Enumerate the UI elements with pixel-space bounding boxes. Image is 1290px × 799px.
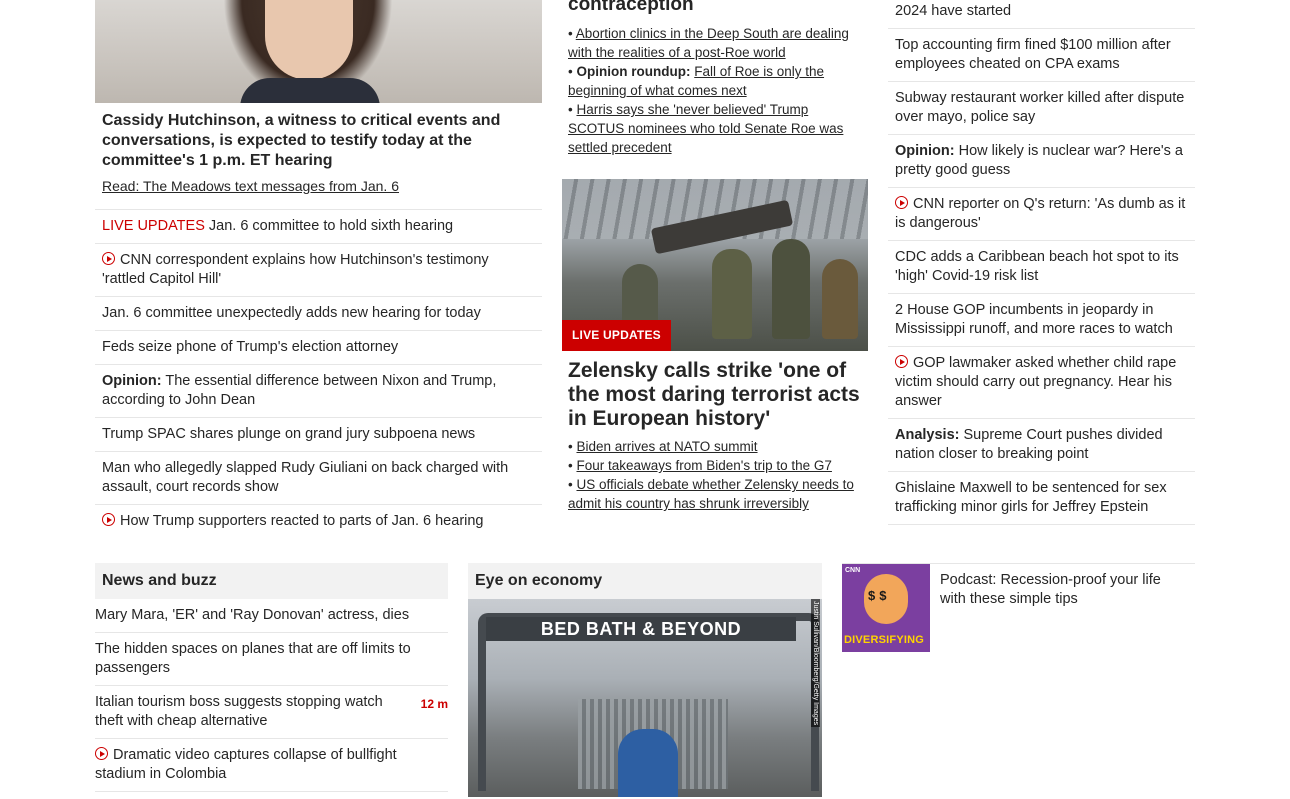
ukraine-strike-photo[interactable]: LIVE UPDATES [562, 179, 868, 351]
list-item-text[interactable]: Mary Mara, 'ER' and 'Ray Donovan' actres… [95, 607, 409, 623]
list-item-text[interactable]: Dramatic video captures collapse of bull… [95, 747, 397, 782]
list-item-text[interactable]: CDC adds a Caribbean beach hot spot to i… [895, 249, 1179, 284]
hutchinson-photo[interactable] [95, 0, 542, 103]
play-video-icon [895, 355, 908, 368]
top-story-column: Cassidy Hutchinson, a witness to critica… [95, 0, 542, 538]
list-item-text[interactable]: GOP lawmaker asked whether child rape vi… [895, 355, 1176, 409]
list-item[interactable]: How Trump supporters reacted to parts of… [95, 504, 542, 538]
bullet-item: • Opinion roundup: Fall of Roe is only t… [568, 64, 825, 98]
list-item-text[interactable]: How Trump supporters reacted to parts of… [120, 513, 484, 529]
play-video-icon [895, 196, 908, 209]
top-story-headline[interactable]: Cassidy Hutchinson, a witness to critica… [95, 103, 542, 171]
opinion-label: Opinion: [895, 143, 955, 159]
zelensky-headline[interactable]: Zelensky calls strike 'one of the most d… [562, 351, 868, 437]
bed-bath-beyond-photo[interactable]: BED BATH & BEYOND Justin Sullivan/Bloomb… [468, 599, 822, 797]
play-video-icon [95, 747, 108, 760]
store-sign: BED BATH & BEYOND [486, 617, 796, 641]
list-item[interactable]: 2 House GOP incumbents in jeopardy in Mi… [888, 293, 1195, 346]
list-item[interactable]: Top accounting firm fined $100 million a… [888, 28, 1195, 81]
bullet-link[interactable]: Harris says she 'never believed' Trump S… [568, 102, 843, 155]
opinion-roundup-label[interactable]: Opinion roundup: [576, 64, 690, 79]
list-item[interactable]: Mary Mara, 'ER' and 'Ray Donovan' actres… [95, 599, 448, 633]
bullet-link[interactable]: Abortion clinics in the Deep South are d… [568, 26, 849, 60]
live-updates-badge: LIVE UPDATES [562, 320, 671, 351]
list-item-text[interactable]: Italian tourism boss suggests stopping w… [95, 694, 383, 729]
bullet-item: • US officials debate whether Zelensky n… [568, 477, 854, 511]
list-item[interactable]: GOP lawmaker asked whether child rape vi… [888, 346, 1195, 418]
list-item-text[interactable]: CNN correspondent explains how Hutchinso… [102, 252, 489, 287]
section-title[interactable]: News and buzz [95, 563, 448, 599]
list-item[interactable]: Jan. 6 committee unexpectedly adds new h… [95, 296, 542, 330]
list-item-text[interactable]: 2024 have started [895, 3, 1011, 19]
list-item[interactable]: Trump SPAC shares plunge on grand jury s… [95, 417, 542, 451]
list-item[interactable]: Opinion: How likely is nuclear war? Here… [888, 134, 1195, 187]
cnn-logo: CNN [845, 567, 861, 574]
bullet-item: • Biden arrives at NATO summit [568, 439, 758, 454]
list-item-text[interactable]: Trump SPAC shares plunge on grand jury s… [102, 426, 475, 442]
dollar-eyes-icon: $$ [868, 588, 891, 603]
list-item[interactable]: Man who allegedly slapped Rudy Giuliani … [95, 451, 542, 504]
list-item-text[interactable]: The hidden spaces on planes that are off… [95, 641, 411, 676]
list-item-text[interactable]: 2 House GOP incumbents in jeopardy in Mi… [895, 302, 1173, 337]
list-item-text[interactable]: CNN reporter on Q's return: 'As dumb as … [895, 196, 1185, 231]
list-item-text[interactable]: Top accounting firm fined $100 million a… [895, 37, 1171, 72]
list-item[interactable]: Opinion: The essential difference betwee… [95, 364, 542, 417]
podcast-show-name: DIVERSIFYING [844, 634, 925, 646]
live-updates-label: LIVE UPDATES [102, 218, 205, 234]
play-video-icon [102, 513, 115, 526]
list-item[interactable]: Italian tourism boss suggests stopping w… [95, 686, 448, 739]
list-item-text[interactable]: Jan. 6 committee unexpectedly adds new h… [102, 305, 481, 321]
bullet-item: • Four takeaways from Biden's trip to th… [568, 458, 832, 473]
list-item[interactable]: CNN correspondent explains how Hutchinso… [95, 243, 542, 296]
list-item-text[interactable]: Subway restaurant worker killed after di… [895, 90, 1184, 125]
list-item-text[interactable]: Feds seize phone of Trump's election att… [102, 339, 398, 355]
bullet-item: • Abortion clinics in the Deep South are… [568, 26, 849, 60]
podcast-card[interactable]: CNN $$ DIVERSIFYING Podcast: Recession-p… [842, 563, 1195, 652]
podcast-link[interactable]: Podcast: Recession-proof your life with … [930, 564, 1195, 652]
timestamp: 12 m [420, 697, 448, 711]
meadows-texts-link[interactable]: Read: The Meadows text messages from Jan… [95, 171, 542, 209]
list-item[interactable]: Feds seize phone of Trump's election att… [95, 330, 542, 364]
list-item[interactable]: LIVE UPDATES Jan. 6 committee to hold si… [95, 209, 542, 243]
list-item[interactable]: The hidden spaces on planes that are off… [95, 633, 448, 686]
eye-on-economy-section: Eye on economy BED BATH & BEYOND Justin … [468, 563, 822, 797]
bullet-item: • Harris says she 'never believed' Trump… [568, 102, 844, 155]
right-column: 2024 have started Top accounting firm fi… [888, 0, 1195, 525]
bullet-link[interactable]: Four takeaways from Biden's trip to the … [576, 458, 831, 473]
bullet-link[interactable]: US officials debate whether Zelensky nee… [568, 477, 854, 511]
section-title[interactable]: Eye on economy [468, 563, 822, 599]
roe-story-headline[interactable]: contraception [562, 0, 868, 16]
podcast-promo: CNN $$ DIVERSIFYING Podcast: Recession-p… [842, 563, 1195, 652]
list-item-text[interactable]: Man who allegedly slapped Rudy Giuliani … [102, 460, 508, 495]
play-video-icon [102, 252, 115, 265]
analysis-label: Analysis: [895, 427, 960, 443]
list-item[interactable]: CDC adds a Caribbean beach hot spot to i… [888, 240, 1195, 293]
opinion-label: Opinion: [102, 373, 162, 389]
photo-credit: Justin Sullivan/Bloomberg/Getty Images [811, 599, 820, 728]
list-item[interactable]: Dramatic video captures collapse of bull… [95, 739, 448, 792]
diversifying-podcast-art[interactable]: CNN $$ DIVERSIFYING [842, 564, 930, 652]
list-item[interactable]: Analysis: Supreme Court pushes divided n… [888, 418, 1195, 471]
list-item[interactable]: Subway restaurant worker killed after di… [888, 81, 1195, 134]
list-item-text[interactable]: Jan. 6 committee to hold sixth hearing [209, 218, 453, 234]
news-and-buzz-section: News and buzz Mary Mara, 'ER' and 'Ray D… [95, 563, 448, 792]
list-item-text[interactable]: The essential difference between Nixon a… [102, 373, 496, 408]
list-item[interactable]: CNN reporter on Q's return: 'As dumb as … [888, 187, 1195, 240]
list-item[interactable]: Ghislaine Maxwell to be sentenced for se… [888, 471, 1195, 525]
middle-column: contraception • Abortion clinics in the … [562, 0, 868, 513]
list-item[interactable]: 2024 have started [888, 0, 1195, 28]
bullet-link[interactable]: Biden arrives at NATO summit [576, 439, 757, 454]
list-item-text[interactable]: Ghislaine Maxwell to be sentenced for se… [895, 480, 1167, 515]
